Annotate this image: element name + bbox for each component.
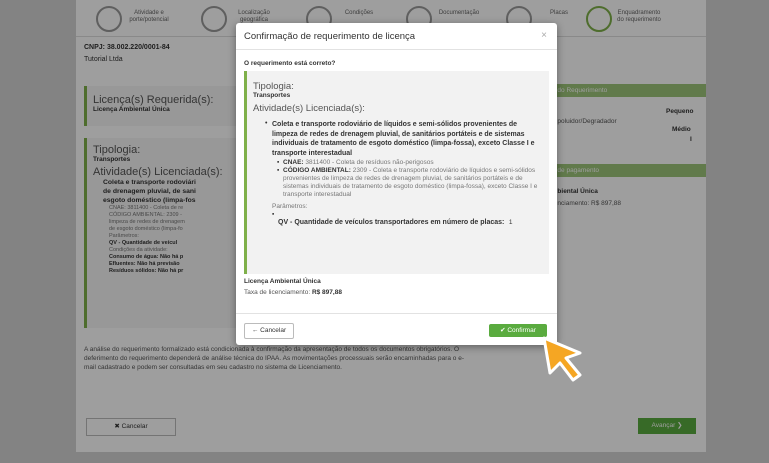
taxa-label: Taxa de licenciamento: (244, 289, 311, 296)
qv-value: 1 (508, 219, 513, 226)
atividade-text: Coleta e transporte rodoviário de líquid… (272, 121, 535, 157)
summary-card: Tipologia: Transportes Atividade(s) Lice… (244, 71, 549, 274)
modal-cancel-button[interactable]: ← Cancelar (244, 323, 294, 339)
list-item: ▪ QV - Quantidade de veículos transporta… (272, 211, 538, 229)
confirmation-modal: Confirmação de requerimento de licença ×… (236, 23, 557, 345)
licenca-title: Licença Ambiental Única (244, 278, 321, 285)
atividades-list: • Coleta e transporte rodoviário de líqu… (253, 120, 538, 229)
tipologia-value: Transportes (253, 92, 291, 99)
taxa-value: R$ 897,88 (311, 289, 342, 296)
bullet-icon: • (265, 120, 268, 127)
divider (236, 313, 557, 314)
cnae-label: CNAE: (283, 159, 304, 166)
qv-label: QV - Quantidade de veículos transportado… (278, 219, 505, 226)
list-item: ▪ CNAE: 3811400 - Coleta de resíduos não… (277, 159, 538, 167)
bullet-icon: ▪ (272, 211, 275, 218)
pointer-cursor-icon (542, 336, 582, 382)
modal-title: Confirmação de requerimento de licença (244, 31, 416, 42)
bullet-icon: ▪ (277, 167, 280, 174)
codigo-label: CÓDIGO AMBIENTAL: (283, 167, 351, 174)
atividade-details: ▪ CNAE: 3811400 - Coleta de resíduos não… (272, 159, 538, 199)
list-item: • Coleta e transporte rodoviário de líqu… (265, 120, 538, 229)
list-item: ▪ CÓDIGO AMBIENTAL: 2309 - Coleta e tran… (277, 167, 538, 199)
cnae-value: 3811400 - Coleta de resíduos não-perigos… (305, 159, 434, 166)
close-icon[interactable]: × (541, 30, 547, 41)
atividades-title: Atividade(s) Licenciada(s): (253, 103, 365, 114)
parametros-label: Parâmetros: (272, 203, 308, 210)
taxa-line: Taxa de licenciamento: R$ 897,88 (244, 289, 342, 296)
divider (236, 49, 557, 50)
tipologia-title: Tipologia: (253, 81, 294, 92)
confirm-button[interactable]: ✔ Confirmar (489, 324, 547, 337)
modal-question: O requerimento está correto? (244, 60, 336, 67)
bullet-icon: ▪ (277, 159, 280, 166)
